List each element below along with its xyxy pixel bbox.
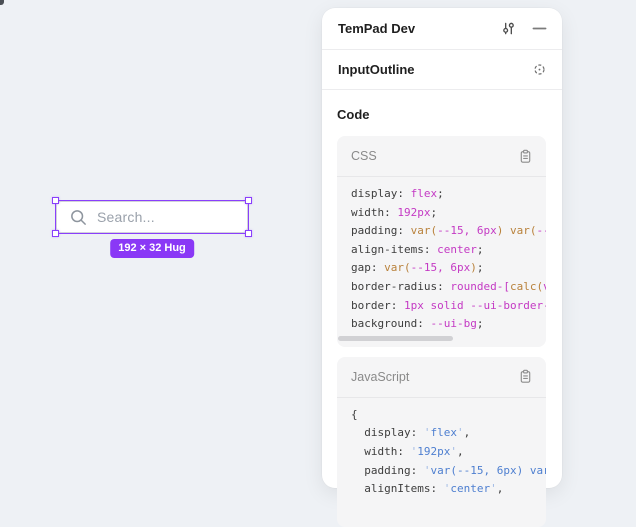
component-name: InputOutline: [338, 62, 531, 77]
sliders-icon[interactable]: [500, 21, 516, 37]
javascript-code-body[interactable]: { display: 'flex', width: '192px', paddi…: [337, 398, 546, 499]
css-scrollbar-thumb[interactable]: [338, 336, 453, 341]
magnifier-icon: [69, 208, 88, 227]
component-row: InputOutline: [322, 50, 562, 90]
css-card-header: CSS: [337, 136, 546, 177]
dimensions-badge: 192 × 32 Hug: [110, 239, 194, 258]
copy-clipboard-icon[interactable]: [517, 148, 533, 164]
minimize-icon[interactable]: [531, 21, 547, 37]
css-horizontal-scrollbar[interactable]: [337, 334, 546, 347]
panel-title: TemPad Dev: [338, 21, 500, 36]
javascript-card-header: JavaScript: [337, 357, 546, 398]
copy-clipboard-icon[interactable]: [517, 369, 533, 385]
javascript-code-card: JavaScript { display: 'flex', width: '19…: [337, 357, 546, 527]
cursor-fragment: [0, 0, 4, 5]
javascript-card-label: JavaScript: [351, 370, 517, 384]
css-card-label: CSS: [351, 149, 517, 163]
css-code-card: CSS display: flex;width: 192px;padding: …: [337, 136, 546, 347]
search-placeholder-text: Search...: [97, 209, 155, 225]
code-section-title: Code: [337, 107, 546, 122]
tempad-dev-panel: TemPad Dev InputOutline: [322, 8, 562, 488]
search-input-component[interactable]: Search...: [56, 201, 248, 233]
css-code-body[interactable]: display: flex;width: 192px;padding: var(…: [337, 177, 546, 334]
code-section: Code CSS display: flex;width: 192px;padd…: [322, 90, 562, 527]
locate-crosshair-icon[interactable]: [531, 62, 547, 78]
panel-header: TemPad Dev: [322, 8, 562, 50]
